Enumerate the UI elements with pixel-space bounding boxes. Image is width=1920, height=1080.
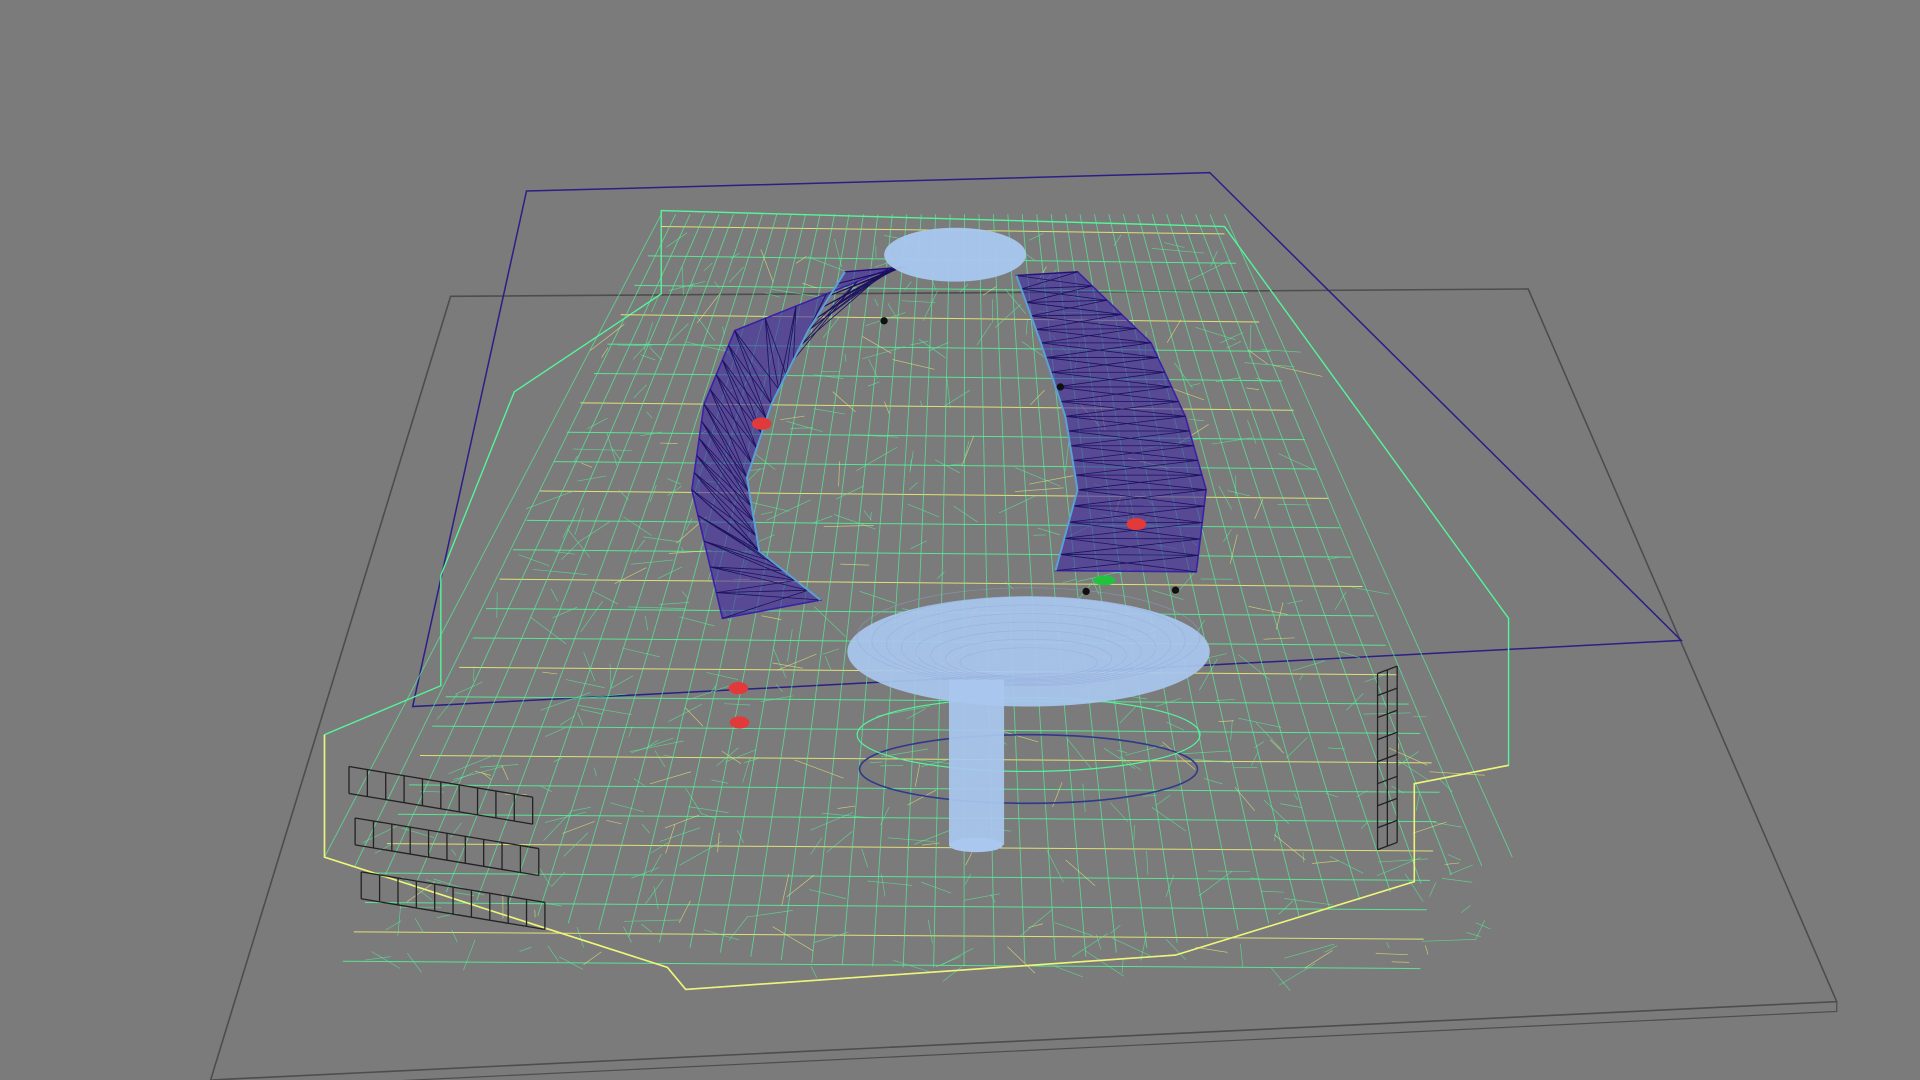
marker-node xyxy=(880,317,888,325)
dome-top[interactable] xyxy=(884,227,1027,282)
marker-red xyxy=(751,417,772,430)
marker-red xyxy=(729,716,750,729)
central-column[interactable] xyxy=(948,679,1005,853)
column-shaft xyxy=(948,679,1005,845)
viewport-background xyxy=(0,0,1920,1080)
marker-green xyxy=(1093,575,1116,586)
marker-node xyxy=(1171,586,1180,594)
marker-node xyxy=(1056,383,1065,391)
marker-node xyxy=(1082,587,1090,596)
marker-red xyxy=(728,682,749,695)
scene-canvas[interactable] xyxy=(0,0,1920,1080)
3d-viewport[interactable] xyxy=(0,0,1920,1080)
marker-red xyxy=(1126,517,1147,531)
dome-top-disc xyxy=(884,227,1027,282)
column-base xyxy=(948,837,1003,853)
